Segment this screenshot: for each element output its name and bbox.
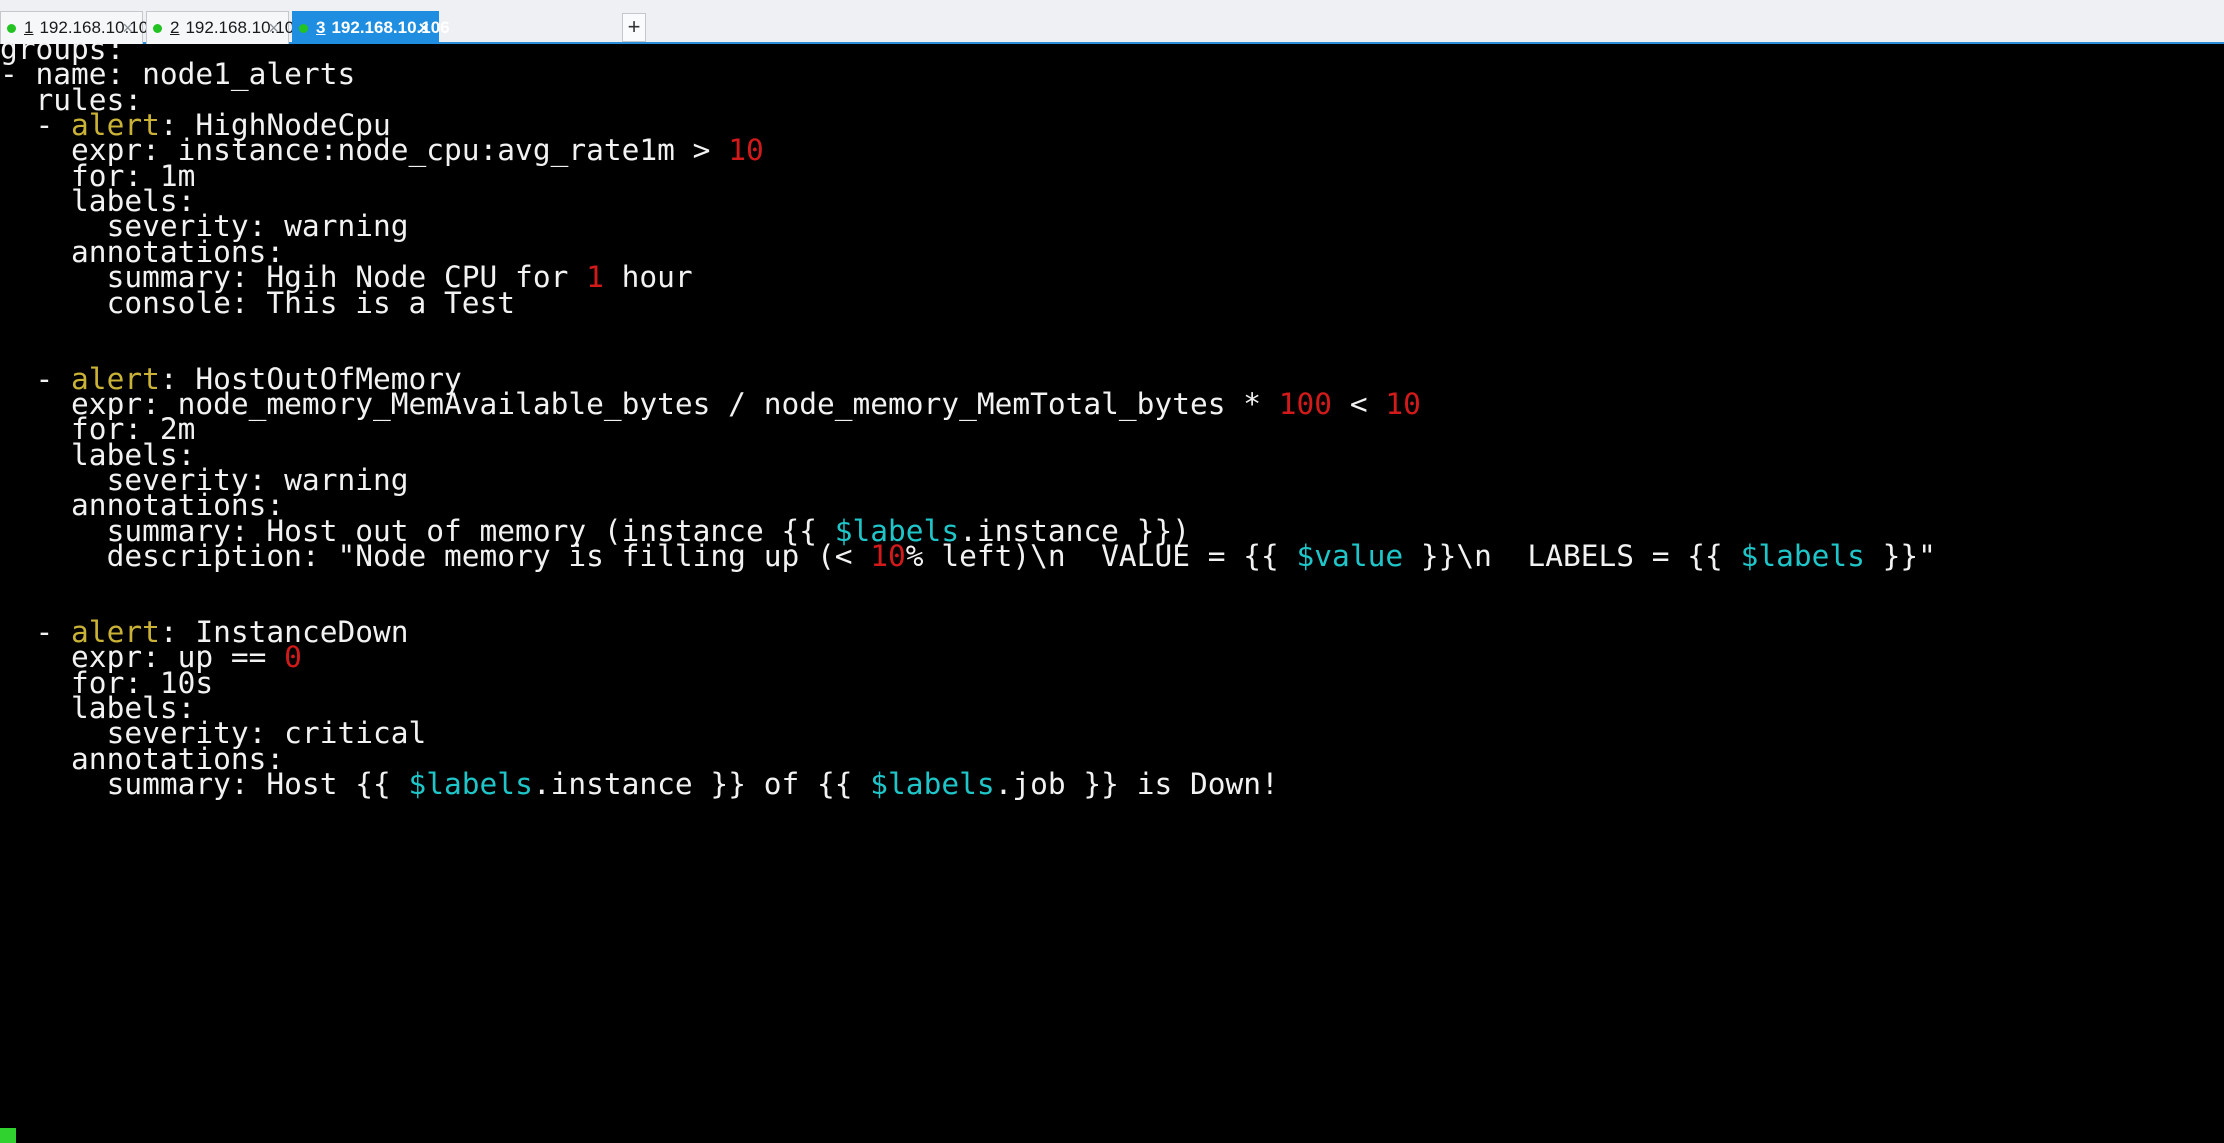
terminal-text: < <box>1332 386 1386 421</box>
terminal-output[interactable]: groups: - name: node1_alerts rules: - ale… <box>0 32 2224 1143</box>
connected-status-icon <box>299 23 308 33</box>
connected-status-icon <box>153 23 162 33</box>
tab-session-3[interactable]: 3 192.168.10.106 × <box>292 11 450 44</box>
tab-session-2[interactable]: 2 192.168.10.105 × <box>146 11 304 44</box>
close-icon[interactable]: × <box>268 18 279 39</box>
terminal-text: 100 <box>1278 386 1333 421</box>
terminal-text: $labels <box>1740 539 1865 573</box>
terminal-text: description: "Node memory is filling up … <box>0 539 871 573</box>
terminal-line: console: This is a Test <box>0 285 516 321</box>
terminal-line: expr: node_memory_MemAvailable_bytes / n… <box>0 386 1421 422</box>
terminal-text: $value <box>1296 539 1404 573</box>
terminal-text: }}\n LABELS = {{ <box>1403 539 1741 573</box>
terminal-text: .instance }} of {{ <box>532 767 871 802</box>
terminal-text: 10 <box>728 133 764 168</box>
terminal-text: % left)\n VALUE = {{ <box>905 539 1297 573</box>
terminal-cursor <box>0 1128 16 1143</box>
tab-number: 2 <box>170 18 180 37</box>
terminal-text: summary: Host {{ <box>0 767 409 802</box>
terminal-line: summary: Host {{ $labels.instance }} of … <box>0 766 1279 802</box>
tab-label: 192.168.10.106 <box>331 18 450 37</box>
tab-label: 192.168.10.105 <box>185 18 304 37</box>
terminal-text: 0 <box>284 640 302 675</box>
terminal-text: }}" <box>1864 539 1936 573</box>
terminal-text: $labels <box>408 767 533 802</box>
terminal-text: 10 <box>1385 386 1421 421</box>
close-icon[interactable]: × <box>418 18 429 39</box>
tab-number: 3 <box>316 18 326 37</box>
terminal-text: console: This is a Test <box>0 285 516 320</box>
terminal-text: hour <box>603 260 693 295</box>
terminal-text: 10 <box>870 539 906 573</box>
terminal-text: .job }} is Down! <box>994 767 1279 802</box>
terminal-text: 1 <box>586 260 604 295</box>
terminal-text: $labels <box>870 767 995 802</box>
new-tab-button[interactable]: + <box>622 13 646 42</box>
terminal-line: description: "Node memory is filling up … <box>0 538 1936 574</box>
tab-bar: 1 192.168.10.101 × 2 192.168.10.105 × 3 … <box>0 0 2224 44</box>
